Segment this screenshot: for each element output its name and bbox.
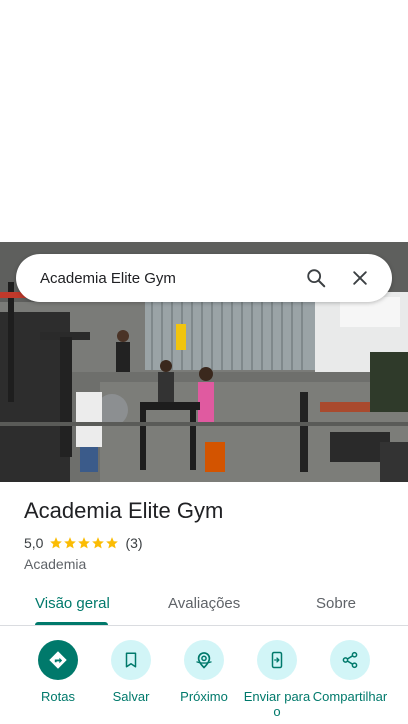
- action-bar: Rotas Salvar Próximo Enviar para o Compa…: [0, 640, 408, 724]
- save-circle: [111, 640, 151, 680]
- tab-about[interactable]: Sobre: [316, 595, 356, 612]
- rating-stars: [49, 536, 119, 550]
- star-icon: [64, 537, 77, 549]
- directions-button[interactable]: Rotas: [20, 640, 96, 704]
- star-icon: [78, 537, 91, 549]
- bookmark-icon: [125, 652, 137, 668]
- directions-circle: [38, 640, 78, 680]
- rating-value: 5,0: [24, 535, 44, 551]
- share-button[interactable]: Compartilhar: [312, 640, 388, 704]
- nearby-label: Próximo: [180, 689, 228, 704]
- send-to-phone-icon: [271, 651, 283, 669]
- nearby-icon: [196, 652, 212, 669]
- search-input[interactable]: Academia Elite Gym: [40, 270, 290, 287]
- nearby-circle: [184, 640, 224, 680]
- rating-row[interactable]: 5,0 (3): [24, 535, 143, 551]
- review-count[interactable]: (3): [125, 535, 142, 551]
- star-icon: [106, 537, 119, 549]
- place-title: Academia Elite Gym: [24, 498, 224, 523]
- share-circle: [330, 640, 370, 680]
- share-label: Compartilhar: [312, 689, 388, 704]
- active-tab-indicator: [35, 622, 108, 625]
- star-icon: [50, 537, 63, 549]
- search-icon[interactable]: [298, 260, 334, 296]
- directions-label: Rotas: [41, 689, 75, 704]
- place-category: Academia: [24, 556, 87, 572]
- send-to-phone-label: Enviar para o: [243, 689, 311, 719]
- directions-icon: [49, 651, 67, 669]
- save-button[interactable]: Salvar: [93, 640, 169, 704]
- search-bar[interactable]: Academia Elite Gym: [16, 254, 392, 302]
- save-label: Salvar: [112, 689, 150, 704]
- star-icon: [92, 537, 105, 549]
- close-icon[interactable]: [342, 260, 378, 296]
- map-blank-area: [0, 0, 408, 242]
- tab-bar: Visão geral Avaliações Sobre: [0, 584, 408, 626]
- tab-reviews[interactable]: Avaliações: [168, 595, 240, 612]
- send-to-phone-button[interactable]: Enviar para o: [239, 640, 315, 719]
- send-to-phone-circle: [257, 640, 297, 680]
- nearby-button[interactable]: Próximo: [166, 640, 242, 704]
- tab-overview[interactable]: Visão geral: [35, 595, 110, 612]
- share-icon: [342, 651, 358, 669]
